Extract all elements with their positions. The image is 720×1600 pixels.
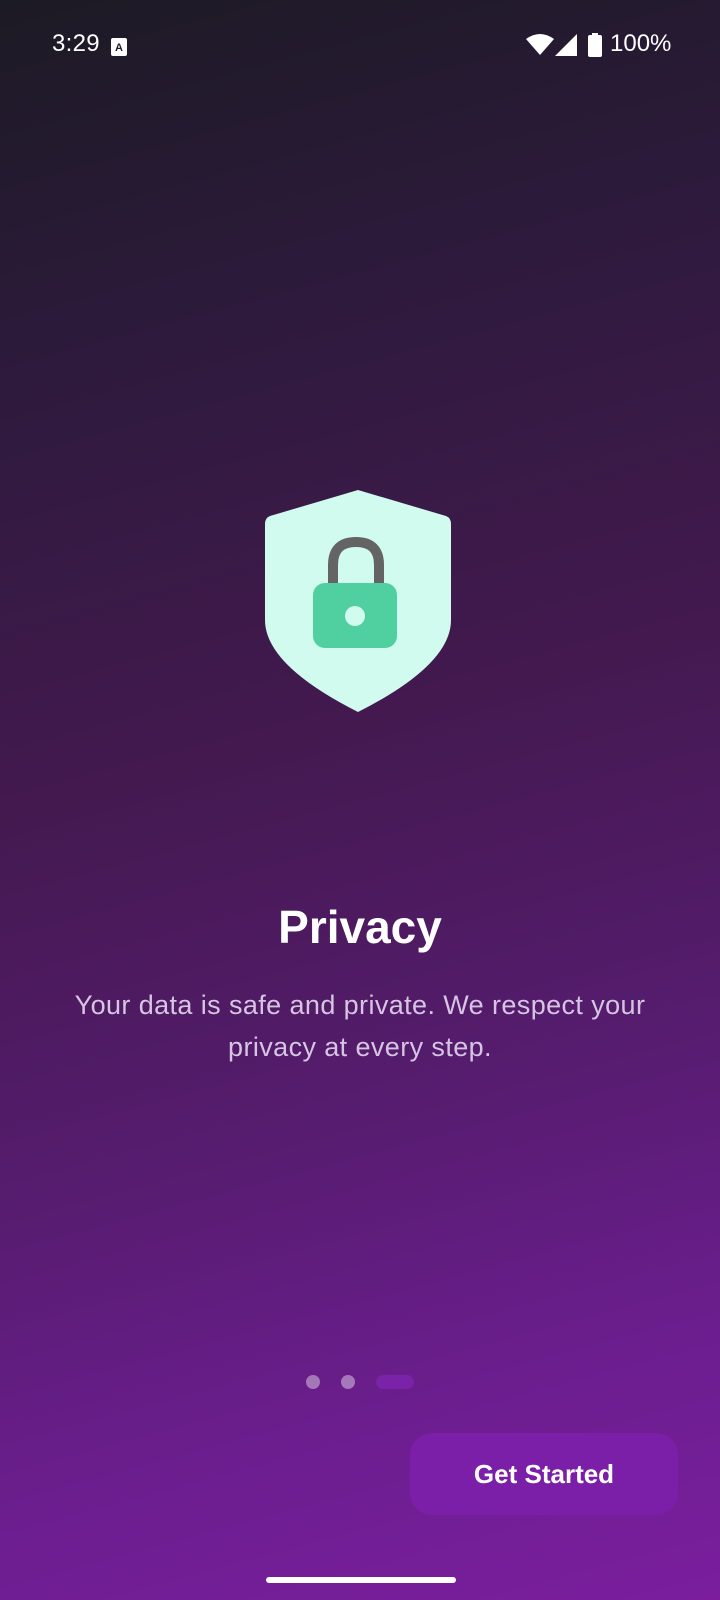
battery-percent: 100% (610, 30, 672, 57)
page-dot-3-active[interactable] (376, 1375, 414, 1389)
shield-lock-illustration (263, 490, 453, 715)
page-dot-1[interactable] (306, 1375, 320, 1389)
get-started-button[interactable]: Get Started (410, 1433, 678, 1515)
home-indicator[interactable] (266, 1577, 456, 1583)
signal-icon (555, 34, 577, 56)
status-time: 3:29 (52, 30, 100, 57)
onboarding-description: Your data is safe and private. We respec… (74, 990, 646, 1062)
battery-icon (588, 33, 602, 57)
page-indicator (0, 1375, 720, 1389)
shield-lock-icon (265, 490, 451, 712)
page-dot-2[interactable] (341, 1375, 355, 1389)
a-icon: A (111, 38, 127, 56)
status-bar: 3:29 A 100% (0, 0, 720, 90)
wifi-icon (526, 34, 554, 55)
onboarding-title: Privacy (278, 901, 442, 953)
svg-text:A: A (115, 42, 123, 54)
